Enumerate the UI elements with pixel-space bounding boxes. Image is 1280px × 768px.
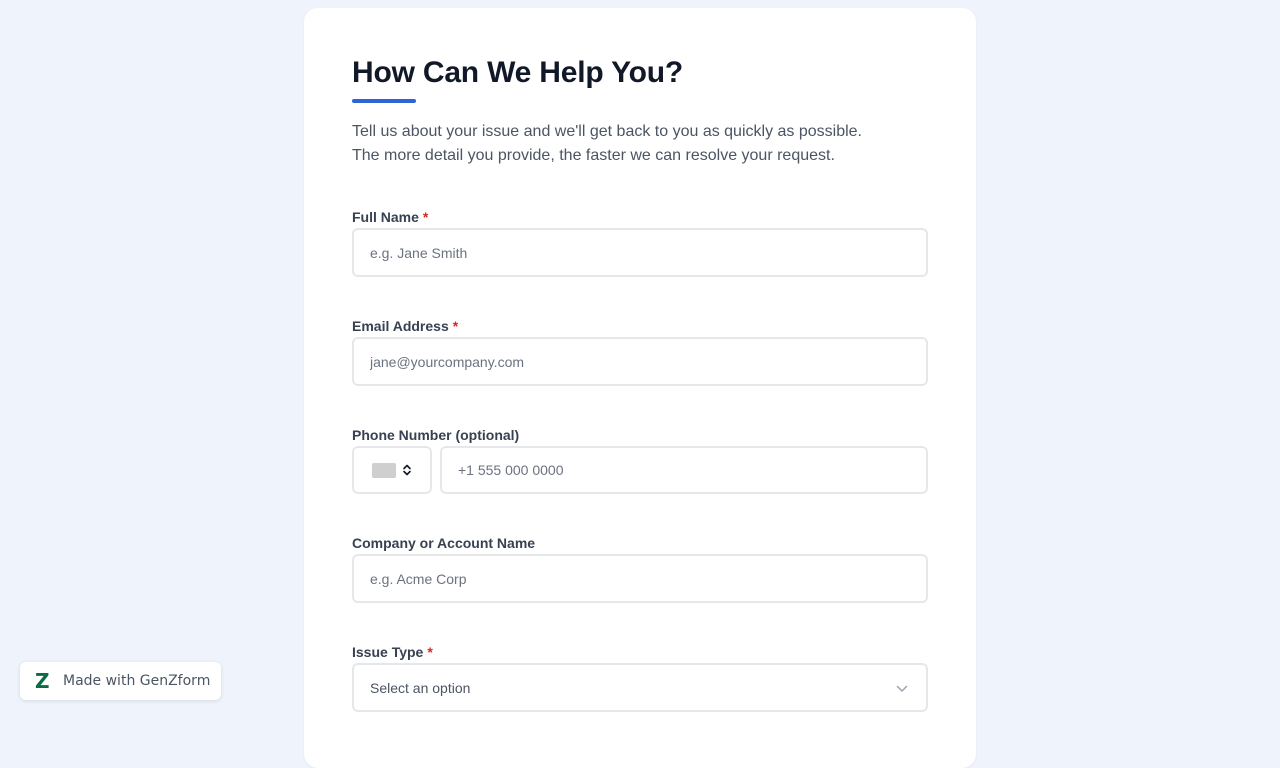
page-title: How Can We Help You? [352,56,684,89]
form-card: How Can We Help You? Tell us about your … [304,8,976,768]
flag-placeholder-icon [372,462,396,478]
phone-label-text: Phone Number (optional) [352,427,520,443]
genzform-logo-icon: Z [35,669,50,693]
chevron-down-icon [896,680,908,696]
full-name-input[interactable] [354,230,926,275]
made-with-badge[interactable]: Z Made with GenZform [20,662,221,700]
issue-type-select[interactable]: Select an option [352,663,928,712]
made-with-text: Made with GenZform [63,673,211,689]
required-marker: * [427,644,433,660]
country-code-select[interactable] [352,446,432,494]
email-field [352,337,928,386]
phone-field [440,446,928,494]
company-input[interactable] [354,556,926,601]
required-marker: * [452,318,459,334]
issue-type-label: Issue Type * [352,644,433,660]
email-label-text: Email Address [352,318,449,334]
chevron-up-down-icon [402,464,412,476]
issue-type-selected-value: Select an option [370,679,471,696]
company-label-text: Company or Account Name [352,535,536,551]
phone-label: Phone Number (optional) [352,427,519,443]
phone-input[interactable] [442,448,926,492]
full-name-label-text: Full Name [352,209,419,225]
intro-line-1: Tell us about your issue and we'll get b… [352,123,862,140]
full-name-label: Full Name * [352,209,428,225]
email-label: Email Address * [352,318,458,334]
intro-line-2: The more detail you provide, the faster … [352,147,835,164]
title-underline [352,99,416,103]
full-name-field [352,228,928,277]
required-marker: * [422,209,429,225]
company-label: Company or Account Name [352,535,535,551]
intro-text: Tell us about your issue and we'll get b… [352,120,928,168]
issue-type-label-text: Issue Type [352,644,424,660]
company-field [352,554,928,603]
email-input[interactable] [354,339,926,384]
